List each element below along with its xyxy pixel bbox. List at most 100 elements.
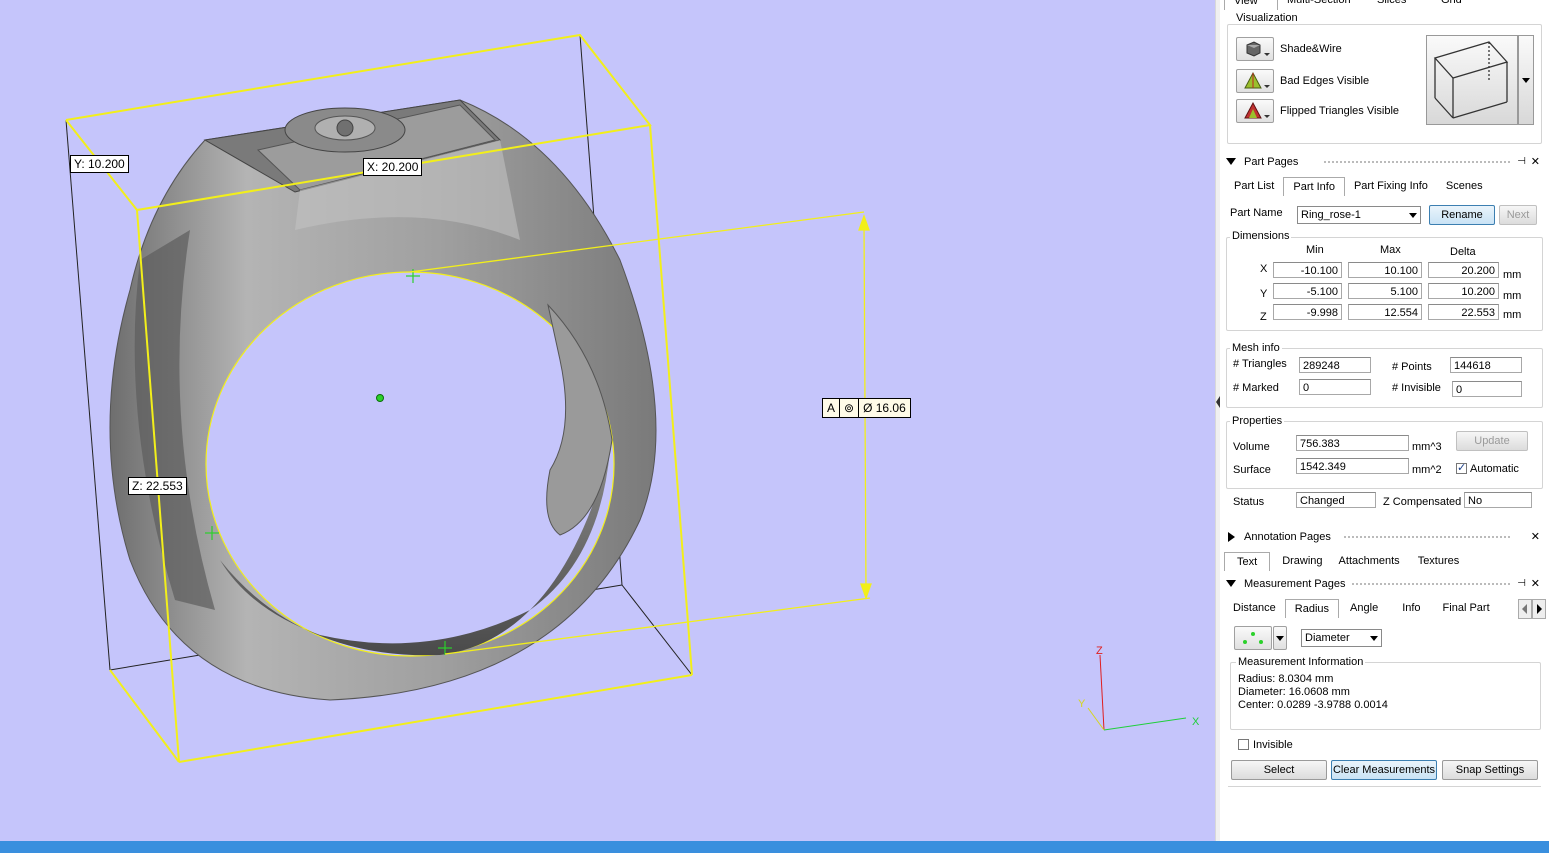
expand-triangle-icon[interactable] [1228,532,1235,542]
tab-distance[interactable]: Distance [1224,599,1285,617]
annotation-pages-header[interactable]: Annotation Pages ✕ [1224,529,1544,545]
radius-line: Radius: 8.0304 mm [1238,673,1334,685]
chevron-down-icon [1276,636,1284,641]
flipped-triangles-button[interactable] [1236,99,1274,123]
view-cube-dropdown[interactable] [1518,35,1534,125]
visualization-title: Visualization [1234,12,1300,24]
diameter-line: Diameter: 16.0608 mm [1238,686,1350,698]
tab-final-part[interactable]: Final Part [1434,599,1499,617]
pin-icon[interactable]: ⊣ [1517,154,1526,170]
dim-header-max: Max [1380,244,1401,256]
dim-y-max: 5.100 [1348,283,1422,299]
center-line: Center: 0.0289 -3.9788 0.0014 [1238,699,1388,711]
snap-settings-button[interactable]: Snap Settings [1442,760,1538,780]
tab-info[interactable]: Info [1389,599,1433,617]
bbox-x-label: X: 20.200 [363,158,423,176]
part-name-select[interactable]: Ring_rose-1 [1297,206,1421,224]
close-icon[interactable]: ✕ [1531,154,1540,170]
scene-canvas[interactable] [0,0,1215,841]
measurement-pages-title: Measurement Pages [1244,578,1346,590]
properties-title: Properties [1230,415,1285,427]
tab-slices[interactable]: Slices [1368,0,1432,9]
dim-axis-x: X [1260,263,1268,275]
invisible-label: Invisible [1253,739,1293,751]
part-pages-header[interactable]: Part Pages ⊣ ✕ [1224,154,1544,170]
tab-view[interactable]: View [1224,0,1278,10]
tabs-scroll-left[interactable] [1518,599,1532,619]
invisible-count-field: 0 [1452,381,1522,397]
pin-icon[interactable]: ⊣ [1517,576,1526,592]
bad-edges-icon [1244,71,1270,89]
dim-header-delta: Delta [1450,246,1476,258]
automatic-label: Automatic [1470,463,1519,475]
select-button[interactable]: Select [1231,760,1327,780]
tabs-scroll-right[interactable] [1532,599,1546,619]
measure-mode-select[interactable]: Diameter [1301,629,1382,647]
dim-y-delta: 10.200 [1428,283,1499,299]
diameter-measurement-tag[interactable]: A ⊚ Ø 16.06 [822,398,911,418]
tab-part-info[interactable]: Part Info [1283,177,1345,196]
tab-multi-section[interactable]: Multi-Section [1278,0,1368,9]
points-field: 144618 [1450,357,1522,373]
invisible-checkbox[interactable] [1238,739,1249,750]
dim-z-delta: 22.553 [1428,304,1499,320]
close-icon[interactable]: ✕ [1531,529,1540,545]
measure-mode-value: Diameter [1305,632,1350,644]
z-compensated-field: No [1464,492,1532,508]
tab-part-list[interactable]: Part List [1225,177,1283,195]
automatic-checkbox[interactable] [1456,461,1467,474]
collapse-triangle-icon[interactable] [1226,580,1236,587]
axis-x-label: X [1192,716,1200,728]
bad-edges-button[interactable] [1236,69,1274,93]
measurement-value: Ø 16.06 [863,401,906,415]
rename-button[interactable]: Rename [1429,205,1495,225]
marked-field: 0 [1299,379,1371,395]
annotation-pages-title: Annotation Pages [1244,531,1331,543]
dim-header-min: Min [1306,244,1324,256]
volume-unit: mm^3 [1412,441,1442,453]
measurement-ref: A [823,399,841,417]
tab-angle[interactable]: Angle [1339,599,1389,617]
update-button[interactable]: Update [1456,431,1528,451]
dim-x-max: 10.100 [1348,262,1422,278]
collapse-triangle-icon[interactable] [1226,158,1236,165]
axis-triad [1087,654,1187,731]
close-icon[interactable]: ✕ [1531,576,1540,592]
dim-x-unit: mm [1503,269,1522,281]
surface-field: 1542.349 [1296,458,1409,474]
dim-y-min: -5.100 [1273,283,1342,299]
tab-part-fixing-info[interactable]: Part Fixing Info [1345,177,1437,195]
tab-radius[interactable]: Radius [1284,599,1340,618]
tab-drawing[interactable]: Drawing [1270,552,1330,570]
view-cube[interactable] [1426,35,1518,125]
measurement-tabs: Distance Radius Angle Info Final Part [1224,599,1499,618]
bbox-y-label: Y: 10.200 [70,155,129,173]
tab-text[interactable]: Text [1224,552,1271,571]
invisible-count-label: # Invisible [1392,382,1441,394]
shade-wire-button[interactable] [1236,37,1274,61]
pick-points-button[interactable] [1234,626,1272,650]
volume-field: 756.383 [1296,435,1409,451]
clear-measurements-button[interactable]: Clear Measurements [1331,760,1437,780]
next-button[interactable]: Next [1499,205,1537,225]
points-label: # Points [1392,361,1432,373]
chevron-left-icon [1522,604,1527,614]
dim-z-max: 12.554 [1348,304,1422,320]
3d-viewport[interactable]: Y: 10.200 X: 20.200 Z: 22.553 A ⊚ Ø 16.0… [0,0,1215,841]
tab-attachments[interactable]: Attachments [1331,552,1410,570]
marked-label: # Marked [1233,382,1279,394]
dim-z-min: -9.998 [1273,304,1342,320]
three-points-icon [1243,632,1263,644]
pick-points-dropdown[interactable] [1273,626,1287,650]
status-field: Changed [1296,492,1376,508]
tab-textures[interactable]: Textures [1410,552,1468,570]
annotation-tabs: Text Drawing Attachments Textures [1224,552,1467,571]
dim-x-min: -10.100 [1273,262,1342,278]
surface-label: Surface [1233,464,1271,476]
dim-y-unit: mm [1503,290,1522,302]
tab-scenes[interactable]: Scenes [1437,177,1492,195]
volume-label: Volume [1233,441,1270,453]
measurement-pages-header[interactable]: Measurement Pages ⊣ ✕ [1224,576,1544,592]
tab-grid[interactable]: Grid [1432,0,1486,9]
chevron-down-icon [1522,78,1530,83]
